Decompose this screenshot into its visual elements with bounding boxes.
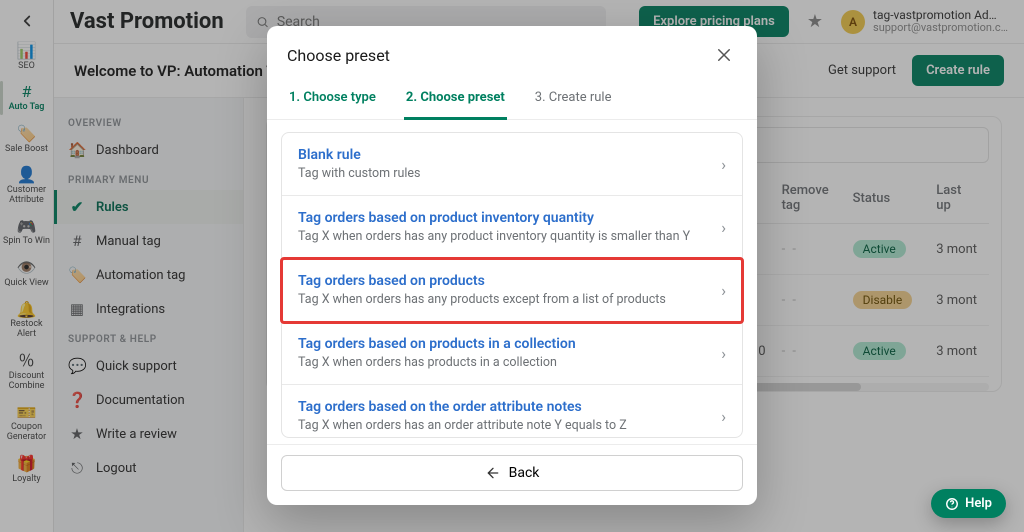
modal-close-button[interactable] <box>711 42 737 68</box>
preset-title: Tag orders based on product inventory qu… <box>298 210 690 226</box>
preset-desc: Tag X when orders has any products excep… <box>298 292 666 307</box>
preset-title: Tag orders based on the order attribute … <box>298 399 627 415</box>
app-root: 📊SEO #Auto Tag 🏷️Sale Boost 👤Customer At… <box>0 0 1024 532</box>
preset-desc: Tag X when orders has products in a coll… <box>298 355 576 370</box>
help-widget[interactable]: Help <box>931 489 1006 518</box>
preset-title: Tag orders based on products in a collec… <box>298 336 576 352</box>
close-icon <box>715 46 733 64</box>
chevron-right-icon: › <box>721 155 726 174</box>
arrow-left-icon <box>485 465 501 481</box>
question-circle-icon <box>945 497 959 511</box>
preset-order-attribute-notes[interactable]: Tag orders based on the order attribute … <box>282 385 742 437</box>
preset-desc: Tag X when orders has an order attribute… <box>298 418 627 433</box>
preset-desc: Tag X when orders has any product invent… <box>298 229 690 244</box>
step-choose-type[interactable]: 1. Choose type <box>287 80 378 119</box>
help-label: Help <box>965 496 992 511</box>
preset-inventory-quantity[interactable]: Tag orders based on product inventory qu… <box>282 196 742 259</box>
preset-blank-rule[interactable]: Blank rule Tag with custom rules › <box>282 133 742 196</box>
choose-preset-modal: Choose preset 1. Choose type 2. Choose p… <box>267 26 757 505</box>
step-choose-preset[interactable]: 2. Choose preset <box>404 80 507 120</box>
preset-list: Blank rule Tag with custom rules › Tag or… <box>267 120 757 444</box>
modal-title: Choose preset <box>287 46 390 65</box>
preset-title: Blank rule <box>298 147 421 163</box>
modal-steps: 1. Choose type 2. Choose preset 3. Creat… <box>267 80 757 120</box>
preset-products-in-collection[interactable]: Tag orders based on products in a collec… <box>282 322 742 385</box>
chevron-right-icon: › <box>721 344 726 363</box>
preset-title: Tag orders based on products <box>298 273 666 289</box>
preset-based-on-products[interactable]: Tag orders based on products Tag X when o… <box>282 259 742 322</box>
preset-desc: Tag with custom rules <box>298 166 421 181</box>
chevron-right-icon: › <box>721 281 726 300</box>
chevron-right-icon: › <box>721 218 726 237</box>
back-label: Back <box>509 465 540 481</box>
chevron-right-icon: › <box>721 407 726 426</box>
step-create-rule[interactable]: 3. Create rule <box>533 80 614 119</box>
modal-back-button[interactable]: Back <box>281 455 743 491</box>
modal-overlay[interactable]: Choose preset 1. Choose type 2. Choose p… <box>0 0 1024 532</box>
